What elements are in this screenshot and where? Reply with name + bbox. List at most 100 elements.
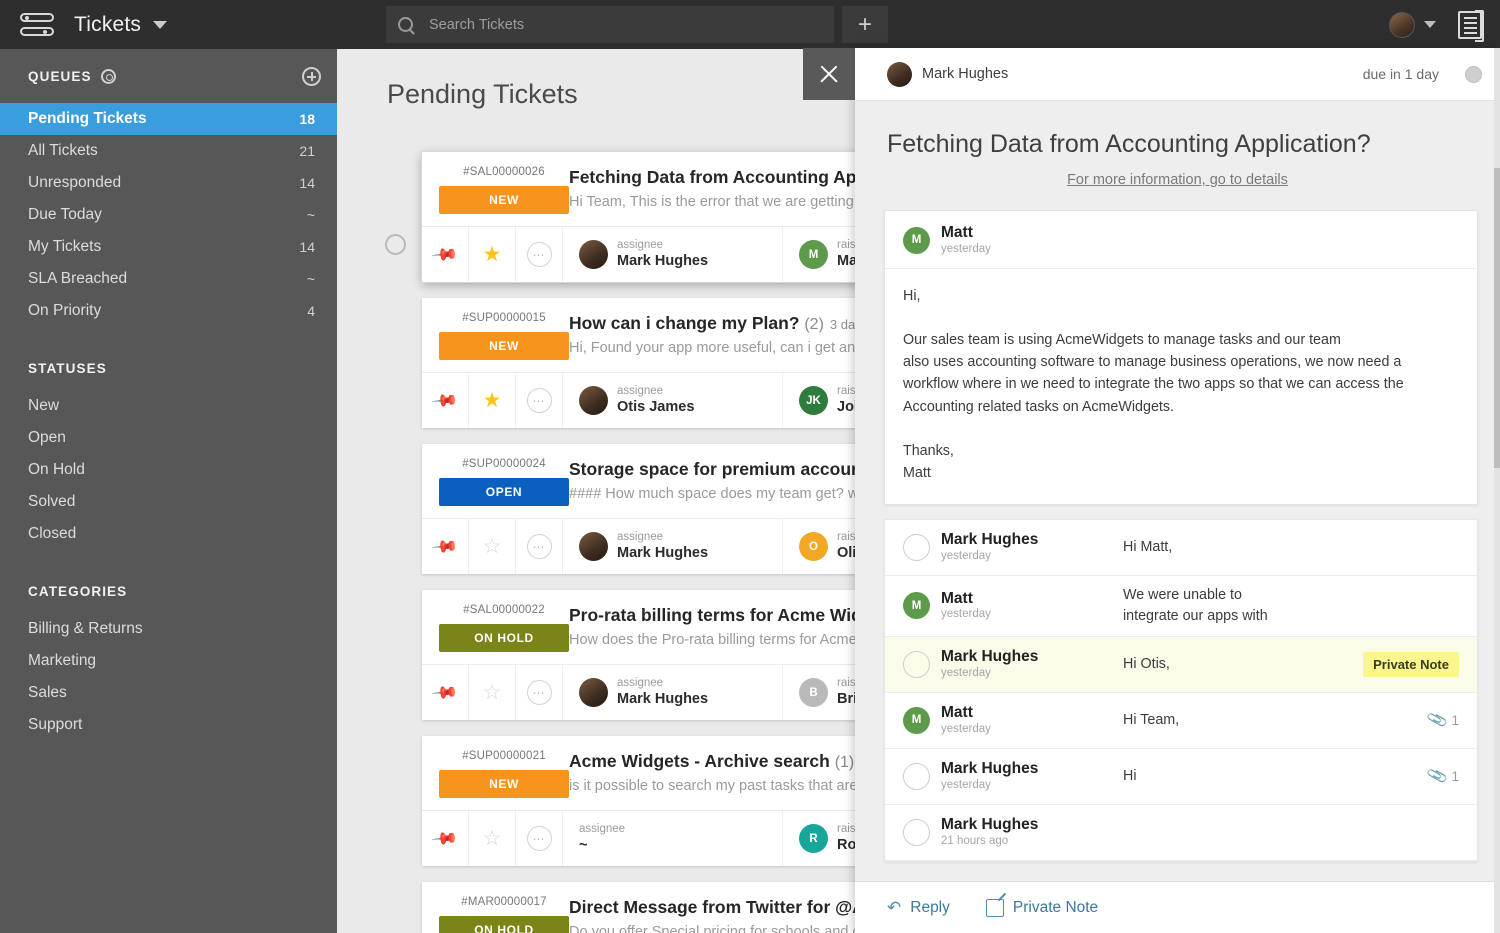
star-icon: ★ <box>482 243 502 266</box>
avatar: M <box>903 706 930 734</box>
thread-row[interactable]: Mark Hughes yesterday Hi Otis, Private Note <box>885 636 1477 693</box>
attachment-count: 1 <box>1451 712 1459 728</box>
sidebar-status-item[interactable]: New <box>0 390 337 422</box>
thread-time: yesterday <box>941 608 991 621</box>
search-input[interactable] <box>429 16 822 33</box>
pin-button[interactable]: 📌 <box>422 373 469 428</box>
sidebar-status-item[interactable]: Open <box>0 422 337 454</box>
thread-row[interactable]: Mark Hughes yesterday Hi 📎 1 <box>885 748 1477 805</box>
pin-button[interactable]: 📌 <box>422 227 469 282</box>
sidebar-queue-item[interactable]: All Tickets 21 <box>0 135 337 167</box>
ticket-assignee[interactable]: assignee Mark Hughes <box>563 227 783 282</box>
pin-button[interactable]: 📌 <box>422 811 469 866</box>
sidebar-queue-item[interactable]: Unresponded 14 <box>0 167 337 199</box>
more-options-button[interactable]: ⋯ <box>516 519 563 574</box>
star-button[interactable]: ☆ <box>469 811 516 866</box>
more-options-button[interactable]: ⋯ <box>516 227 563 282</box>
pin-button[interactable]: 📌 <box>422 519 469 574</box>
more-options-icon: ⋯ <box>526 826 552 851</box>
reply-arrow-icon: ↶ <box>887 897 902 917</box>
sidebar-category-item[interactable]: Marketing <box>0 645 337 677</box>
chevron-down-icon[interactable] <box>153 20 168 29</box>
conversation-thread: Mark Hughes yesterday Hi Matt, M Matt yesterd… <box>884 519 1478 862</box>
plus-circle-icon[interactable] <box>302 66 321 86</box>
sidebar-queue-item[interactable]: SLA Breached ~ <box>0 263 337 295</box>
person-role: assignee <box>617 530 664 543</box>
top-bar: Tickets + <box>0 0 1500 49</box>
notes-panel-icon[interactable] <box>1458 9 1484 42</box>
star-icon: ★ <box>482 389 502 412</box>
thread-row[interactable]: M Matt yesterday We were unable to integrat… <box>885 576 1477 637</box>
attachment-count: 1 <box>1451 768 1459 784</box>
queues-header: QUEUES <box>0 49 337 103</box>
due-label: due in 1 day <box>1362 66 1439 82</box>
attachment-indicator[interactable]: 📎 1 <box>1425 709 1459 732</box>
thread-row[interactable]: Mark Hughes 21 hours ago <box>885 804 1477 861</box>
item-label: Solved <box>28 493 76 510</box>
queue-label: My Tickets <box>28 238 102 255</box>
status-badge <box>1465 65 1482 83</box>
thread-row[interactable]: M Matt yesterday Hi Team, 📎 1 <box>885 692 1477 749</box>
thread-time: 21 hours ago <box>941 834 1009 847</box>
search-icon <box>398 17 413 32</box>
star-button[interactable]: ☆ <box>469 665 516 720</box>
more-options-button[interactable]: ⋯ <box>516 665 563 720</box>
queue-count: 18 <box>299 111 315 127</box>
avatar <box>579 678 608 707</box>
more-options-button[interactable]: ⋯ <box>516 811 563 866</box>
message-author: Matt <box>941 224 973 241</box>
item-label: Closed <box>28 525 77 542</box>
sidebar-queue-item[interactable]: On Priority 4 <box>0 295 337 327</box>
sidebar-category-item[interactable]: Sales <box>0 677 337 709</box>
ticket-assignee[interactable]: assignee Otis James <box>563 373 783 428</box>
pin-icon: 📌 <box>431 240 460 269</box>
status-badge: NEW <box>439 186 569 214</box>
sidebar-status-item[interactable]: Closed <box>0 518 337 550</box>
star-button[interactable]: ★ <box>469 373 516 428</box>
sidebar-queue-item[interactable]: Pending Tickets 18 <box>0 103 337 135</box>
queue-label: Unresponded <box>28 174 122 191</box>
scrollbar-thumb[interactable] <box>1494 168 1500 468</box>
thread-row[interactable]: Mark Hughes yesterday Hi Matt, <box>885 520 1477 577</box>
thread-time: yesterday <box>941 722 991 735</box>
ticket-select-circle[interactable] <box>385 234 406 255</box>
user-menu[interactable] <box>1389 11 1436 38</box>
app-logo[interactable] <box>0 12 74 38</box>
add-ticket-button[interactable]: + <box>842 6 888 43</box>
star-icon: ☆ <box>482 827 502 850</box>
ticket-assignee[interactable]: assignee Mark Hughes <box>563 519 783 574</box>
more-options-icon: ⋯ <box>526 534 552 559</box>
pin-button[interactable]: 📌 <box>422 665 469 720</box>
attachment-indicator[interactable]: 📎 1 <box>1426 765 1459 787</box>
ticket-id: #MAR00000017 <box>461 896 547 908</box>
ticket-id: #SAL00000022 <box>463 604 545 616</box>
thread-preview: Hi Team, <box>1123 711 1180 728</box>
close-detail-button[interactable] <box>803 48 855 100</box>
reply-button[interactable]: ↶ Reply <box>887 898 950 918</box>
queue-label: Pending Tickets <box>28 110 147 127</box>
app-root: Tickets + QUEUES Pending Tickets 18 All Ti… <box>0 0 1500 933</box>
ticket-meta: #SUP00000021 NEW <box>422 750 569 798</box>
sidebar-status-item[interactable]: On Hold <box>0 454 337 486</box>
sidebar-category-item[interactable]: Billing & Returns <box>0 613 337 645</box>
avatar: O <box>799 532 828 561</box>
ticket-assignee[interactable]: assignee Mark Hughes <box>563 665 783 720</box>
details-link[interactable]: For more information, go to details <box>855 172 1500 188</box>
detail-scrollbar[interactable] <box>1494 48 1500 933</box>
paperclip-icon: 📎 <box>1425 709 1449 732</box>
avatar <box>579 532 608 561</box>
sidebar-category-item[interactable]: Support <box>0 709 337 741</box>
gear-icon[interactable] <box>100 68 116 84</box>
sidebar-queue-item[interactable]: Due Today ~ <box>0 199 337 231</box>
search-bar[interactable] <box>386 6 834 43</box>
sidebar-queue-item[interactable]: My Tickets 14 <box>0 231 337 263</box>
message-time: yesterday <box>941 242 991 255</box>
more-options-button[interactable]: ⋯ <box>516 373 563 428</box>
sidebar-status-item[interactable]: Solved <box>0 486 337 518</box>
star-button[interactable]: ★ <box>469 227 516 282</box>
ticket-meta: #SUP00000015 NEW <box>422 312 569 360</box>
ticket-assignee[interactable]: assignee ~ <box>563 811 783 866</box>
star-button[interactable]: ☆ <box>469 519 516 574</box>
private-note-button[interactable]: Private Note <box>985 898 1098 917</box>
queue-label: All Tickets <box>28 142 98 159</box>
